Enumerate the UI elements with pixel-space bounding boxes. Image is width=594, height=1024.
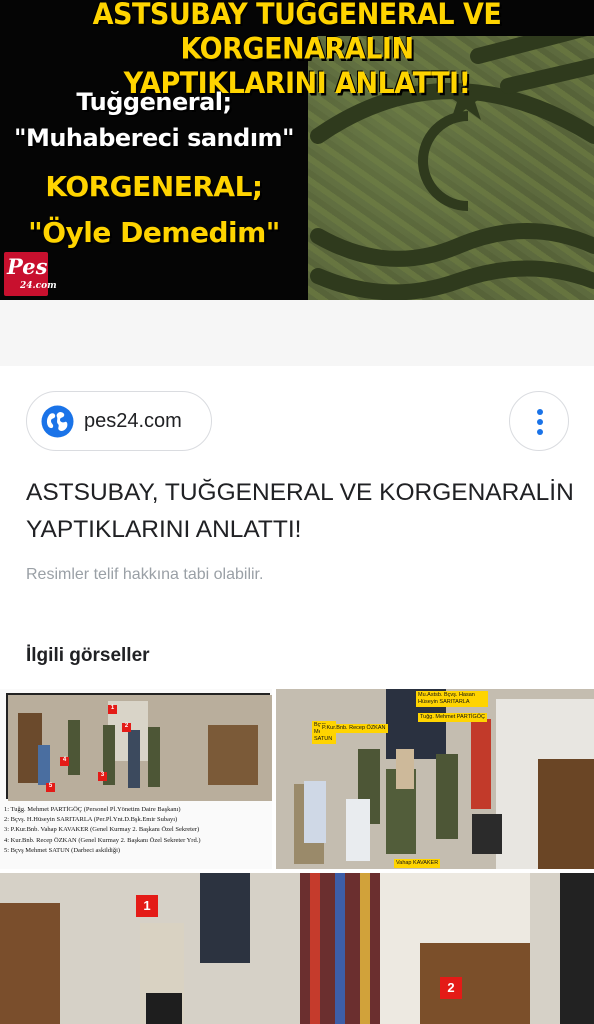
- marker-5: 5: [46, 783, 55, 792]
- related-image-thumb-3[interactable]: 1 2: [0, 873, 594, 1024]
- caption-line: 5: Bçvş Mehmet SATUN (Darbeci askildiği): [4, 846, 121, 854]
- more-options-button[interactable]: [509, 391, 569, 451]
- marker-2: 2: [440, 977, 462, 999]
- person-tag: Tuğg. Mehmet PARTİGÖÇ: [418, 713, 488, 722]
- result-title[interactable]: ASTSUBAY, TUĞGENERAL VE KORGENARALİN YAP…: [26, 474, 576, 548]
- marker-3: 3: [98, 772, 107, 781]
- related-image-thumb-2[interactable]: Bçvş. Mehmet SATUN P.Kur.Bnb. Recep ÖZKA…: [276, 689, 594, 869]
- quote2-speaker: KORGENERAL;: [45, 170, 263, 203]
- related-image-thumb-1[interactable]: 1 2 3 4 5 1: Tuğg. Mehmet PARTİGÖÇ (Pers…: [0, 689, 272, 869]
- hero-headline: ASTSUBAY TUĞGENERAL VE KORGENARALIN YAPT…: [0, 0, 594, 102]
- marker-4: 4: [60, 757, 69, 766]
- related-images-heading: İlgili görseller: [26, 645, 150, 666]
- quote2-text: "Öyle Demedim": [28, 216, 280, 249]
- marker-1: 1: [136, 895, 158, 917]
- source-domain: pes24.com: [84, 409, 182, 432]
- more-vertical-icon: [537, 409, 543, 415]
- source-link-chip[interactable]: pes24.com: [26, 391, 212, 451]
- hero-news-image[interactable]: ASTSUBAY TUĞGENERAL VE KORGENARALIN YAPT…: [0, 0, 594, 300]
- globe-icon: [41, 405, 74, 437]
- logo-domain: 24.com: [20, 281, 57, 291]
- caption-line: 3: P.Kur.Bnb. Vahap KAVAKER (Genel Kurma…: [4, 826, 200, 834]
- cctv-still: 1 2 3 4 5: [6, 693, 272, 801]
- caption-line: 1: Tuğg. Mehmet PARTİGÖÇ (Personel Pl.Yö…: [4, 806, 181, 813]
- cctv-still: [0, 873, 594, 1024]
- caption-line: 2: Bçvş. H.Hüseyin SARITARLA (Per.Pl.Ynt…: [4, 816, 178, 824]
- thumb1-caption: 1: Tuğg. Mehmet PARTİGÖÇ (Personel Pl.Yö…: [4, 805, 268, 856]
- quote1-speaker: Tuğgeneral;: [76, 88, 232, 116]
- copyright-notice: Resimler telif hakkına tabi olabilir.: [26, 566, 264, 583]
- marker-2: 2: [122, 723, 131, 732]
- image-bottom-band: [0, 300, 594, 366]
- person-tag: Vahap KAVAKER: [394, 859, 441, 868]
- person-tag: P.Kur.Bnb. Recep ÖZKAN: [320, 724, 388, 733]
- logo-wordmark: Pes: [7, 254, 48, 279]
- pes24-logo: Pes 24.com: [4, 252, 57, 296]
- quote1-text: "Muhabereci sandım": [13, 124, 295, 152]
- caption-line: 4: Kur.Bnb. Recep ÖZKAN (Genel Kurmay 2.…: [4, 836, 201, 844]
- person-tag: Mu.Astsb. Bçvş. Hasan Hüseyin SARITARLA: [416, 691, 488, 707]
- marker-1: 1: [108, 705, 117, 714]
- hero-headline-line1: ASTSUBAY TUĞGENERAL VE KORGENARALIN: [92, 0, 502, 67]
